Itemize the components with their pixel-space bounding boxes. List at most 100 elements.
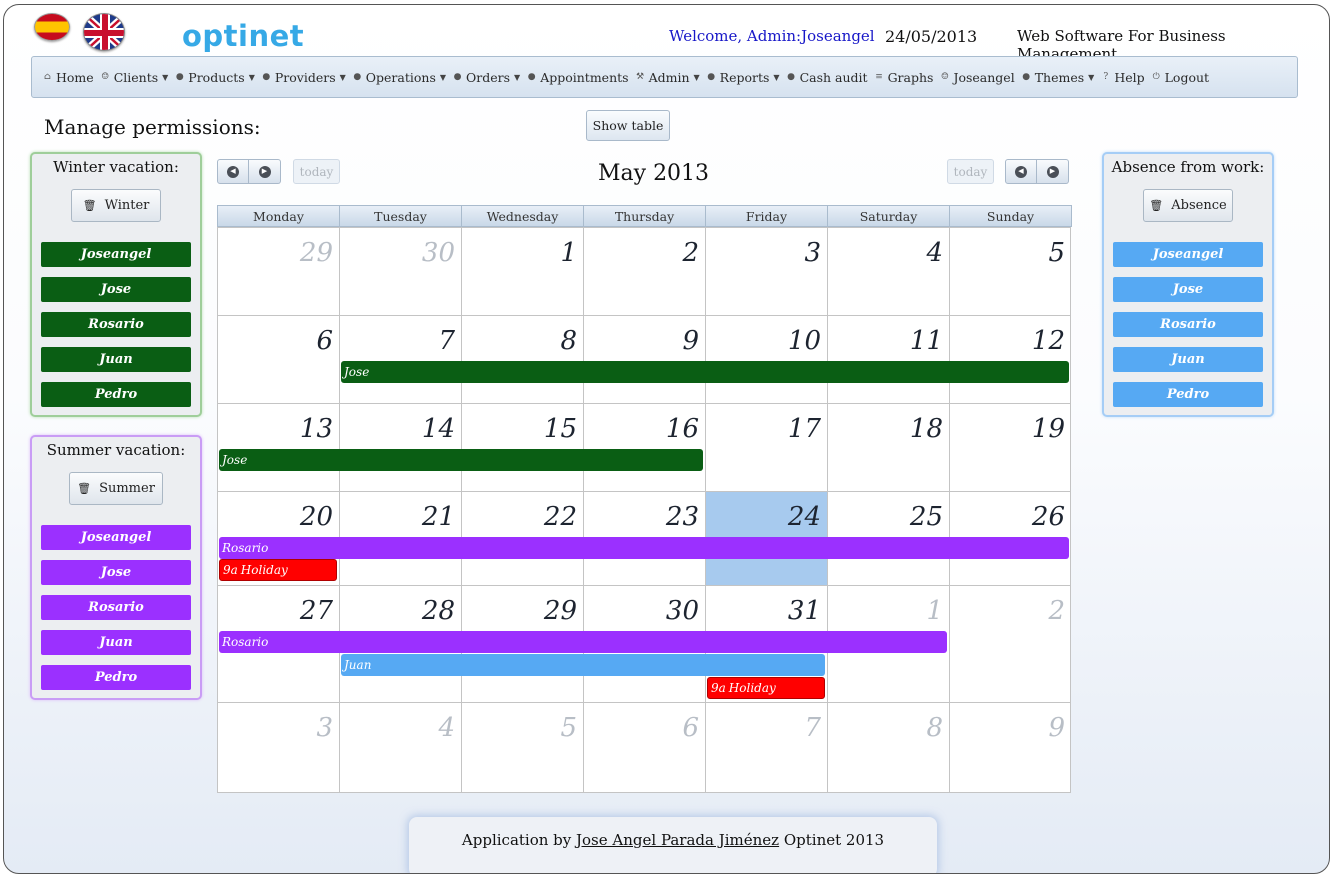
author-link[interactable]: Jose Angel Parada Jiménez <box>576 831 779 849</box>
caret-down-icon: ▼ <box>514 72 521 82</box>
today-button-left[interactable]: today <box>293 159 340 184</box>
calendar-day[interactable]: 4 <box>339 702 461 793</box>
nav-clients[interactable]: ☺ Clients ▼ <box>100 69 168 85</box>
calendar-day[interactable]: 30 <box>339 227 461 315</box>
prev-month-button[interactable]: ◀ <box>1005 159 1037 184</box>
absence-button[interactable]: 🗑 Absence <box>1143 189 1233 222</box>
page-title: Manage permissions: <box>44 115 261 139</box>
winter-button[interactable]: 🗑 Winter <box>71 189 161 222</box>
nav-joseangel[interactable]: ☺ Joseangel <box>939 69 1015 85</box>
calendar-day[interactable]: 9 <box>583 315 705 403</box>
day-number: 11 <box>909 326 943 356</box>
day-number: 10 <box>787 326 821 356</box>
calendar-day[interactable]: 6 <box>217 315 339 403</box>
calendar-day[interactable]: 15 <box>461 403 583 491</box>
day-number: 23 <box>665 502 699 532</box>
winter-person-chip[interactable]: Joseangel <box>41 242 191 267</box>
show-table-button[interactable]: Show table <box>586 110 670 141</box>
calendar-day[interactable]: 7 <box>705 702 827 793</box>
calendar-day[interactable]: 5 <box>461 702 583 793</box>
winter-person-chip[interactable]: Rosario <box>41 312 191 337</box>
day-number: 29 <box>299 238 333 268</box>
calendar-day[interactable]: 10 <box>705 315 827 403</box>
calendar-day[interactable]: 17 <box>705 403 827 491</box>
day-number: 7 <box>438 326 455 356</box>
absence-person-chip[interactable]: Rosario <box>1113 312 1263 337</box>
calendar-day[interactable]: 2 <box>949 585 1071 702</box>
calendar-day[interactable]: 11 <box>827 315 949 403</box>
absence-person-chip[interactable]: Pedro <box>1113 382 1263 407</box>
nav-themes[interactable]: ● Themes ▼ <box>1021 70 1094 85</box>
nav-label: Joseangel <box>953 69 1015 85</box>
weekday-header: Sunday <box>949 205 1072 227</box>
absence-person-chip[interactable]: Joseangel <box>1113 242 1263 267</box>
nav-admin[interactable]: ⚒ Admin ▼ <box>635 70 700 85</box>
english-flag-icon[interactable] <box>83 13 125 51</box>
day-number: 6 <box>316 326 333 356</box>
winter-person-chip[interactable]: Pedro <box>41 382 191 407</box>
nav-orders[interactable]: ● Orders ▼ <box>452 70 521 85</box>
calendar-event[interactable]: 9a Holiday <box>707 677 825 699</box>
calendar-day[interactable]: 18 <box>827 403 949 491</box>
calendar-day[interactable]: 8 <box>827 702 949 793</box>
calendar-day[interactable]: 19 <box>949 403 1071 491</box>
next-month-button[interactable]: ▶ <box>1037 159 1069 184</box>
trash-icon: 🗑 <box>82 199 97 212</box>
summer-person-chip[interactable]: Juan <box>41 630 191 655</box>
calendar-day[interactable]: 4 <box>827 227 949 315</box>
calendar-day[interactable]: 16 <box>583 403 705 491</box>
calendar-day[interactable]: 3 <box>705 227 827 315</box>
calendar-day[interactable]: 14 <box>339 403 461 491</box>
today-button-right[interactable]: today <box>947 159 994 184</box>
summer-button[interactable]: 🗑 Summer <box>69 472 163 505</box>
absence-person-chip[interactable]: Jose <box>1113 277 1263 302</box>
nav-reports[interactable]: ● Reports ▼ <box>706 70 779 85</box>
day-number: 29 <box>543 596 577 626</box>
nav-label: Clients <box>113 69 159 85</box>
prev-month-button[interactable]: ◀ <box>217 159 249 184</box>
spanish-flag-icon[interactable] <box>34 13 70 41</box>
nav-products[interactable]: ● Products ▼ <box>174 70 255 85</box>
nav-cash-audit[interactable]: ● Cash audit <box>786 70 867 85</box>
calendar-day[interactable]: 2 <box>583 227 705 315</box>
calendar-day[interactable]: 12 <box>949 315 1071 403</box>
nav-logout[interactable]: ⏻ Logout <box>1151 70 1210 85</box>
calendar-day[interactable]: 6 <box>583 702 705 793</box>
nav-operations[interactable]: ● Operations ▼ <box>352 70 446 85</box>
day-number: 21 <box>421 502 455 532</box>
day-number: 20 <box>299 502 333 532</box>
nav-providers[interactable]: ● Providers ▼ <box>261 70 345 85</box>
calendar-day[interactable]: 1 <box>461 227 583 315</box>
calendar-day[interactable]: 9 <box>949 702 1071 793</box>
summer-person-chip[interactable]: Joseangel <box>41 525 191 550</box>
nav-help[interactable]: ? Help <box>1100 70 1144 85</box>
calendar-event[interactable]: Juan <box>341 654 825 676</box>
summer-person-chip[interactable]: Pedro <box>41 665 191 690</box>
next-month-button[interactable]: ▶ <box>249 159 281 184</box>
calendar-day[interactable]: 29 <box>217 227 339 315</box>
summer-person-chip[interactable]: Jose <box>41 560 191 585</box>
nav-home[interactable]: ⌂ Home <box>42 70 94 85</box>
calendar-event[interactable]: Rosario <box>219 537 1069 559</box>
calendar-day[interactable]: 13 <box>217 403 339 491</box>
app-logo[interactable]: optinet <box>182 19 304 53</box>
calendar-day[interactable]: 3 <box>217 702 339 793</box>
calendar-event[interactable]: Jose <box>341 361 1069 383</box>
calendar-day[interactable]: 7 <box>339 315 461 403</box>
event-title: Rosario <box>222 541 269 555</box>
summer-person-chip[interactable]: Rosario <box>41 595 191 620</box>
calendar-day[interactable]: 5 <box>949 227 1071 315</box>
winter-person-chip[interactable]: Jose <box>41 277 191 302</box>
nav-graphs[interactable]: ≡ Graphs <box>874 70 933 85</box>
nav-appointments[interactable]: ● Appointments <box>526 70 629 85</box>
calendar-event[interactable]: 9a Holiday <box>219 559 337 581</box>
bullet-icon: ● <box>707 72 716 82</box>
calendar-day[interactable]: 8 <box>461 315 583 403</box>
chart-icon: ≡ <box>875 72 883 82</box>
calendar-event[interactable]: Rosario <box>219 631 947 653</box>
event-title: Holiday <box>728 681 776 695</box>
calendar-title: May 2013 <box>598 161 710 186</box>
winter-person-chip[interactable]: Juan <box>41 347 191 372</box>
calendar-event[interactable]: Jose <box>219 449 703 471</box>
absence-person-chip[interactable]: Juan <box>1113 347 1263 372</box>
